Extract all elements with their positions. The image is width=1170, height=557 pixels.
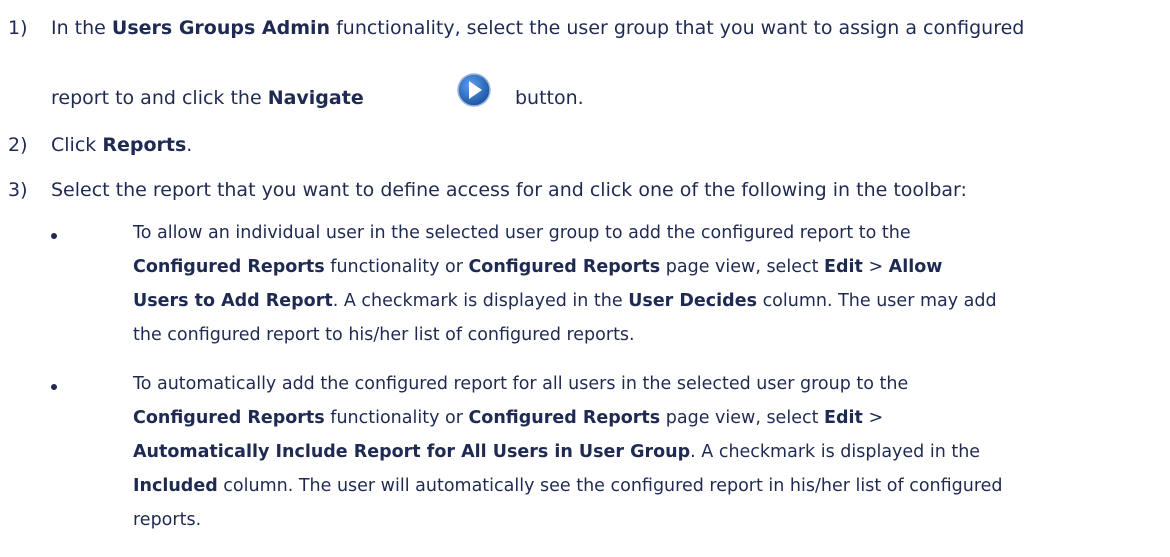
navigate-arrow-icon	[457, 73, 491, 107]
bullet-1-line-3: Users to Add Report. A checkmark is disp…	[133, 291, 997, 311]
step-number: 3)	[8, 179, 28, 201]
step-text: Select the report that you want to defin…	[51, 179, 967, 201]
document-page: 1) In the Users Groups Admin functionali…	[0, 0, 1170, 557]
bullet-2-line-1: To automatically add the configured repo…	[133, 374, 909, 394]
step-number: 1)	[8, 17, 28, 39]
step-text: report to and click the Navigate	[51, 87, 364, 109]
bullet-dot	[51, 384, 57, 390]
navigate-term: Navigate	[267, 87, 364, 109]
reports-term: Reports	[102, 134, 187, 156]
bullet-2-line-2: Configured Reports functionality or Conf…	[133, 408, 884, 428]
bullet-1-line-4: the configured report to his/her list of…	[133, 325, 635, 345]
bullet-1-line-2: Configured Reports functionality or Conf…	[133, 257, 943, 277]
users-groups-admin-term: Users Groups Admin	[111, 17, 331, 39]
bullet-2-line-3: Automatically Include Report for All Use…	[133, 442, 981, 462]
bullet-dot	[51, 233, 57, 239]
bullet-2-line-4: Included column. The user will automatic…	[133, 476, 1003, 496]
step-number: 2)	[8, 134, 28, 156]
step-text-end: button.	[515, 87, 584, 109]
bullet-1-line-1: To allow an individual user in the selec…	[133, 223, 911, 243]
bullet-2-line-5: reports.	[133, 510, 202, 530]
step-text: In the Users Groups Admin functionality,…	[51, 17, 1025, 39]
step-text: Click Reports.	[51, 134, 193, 156]
